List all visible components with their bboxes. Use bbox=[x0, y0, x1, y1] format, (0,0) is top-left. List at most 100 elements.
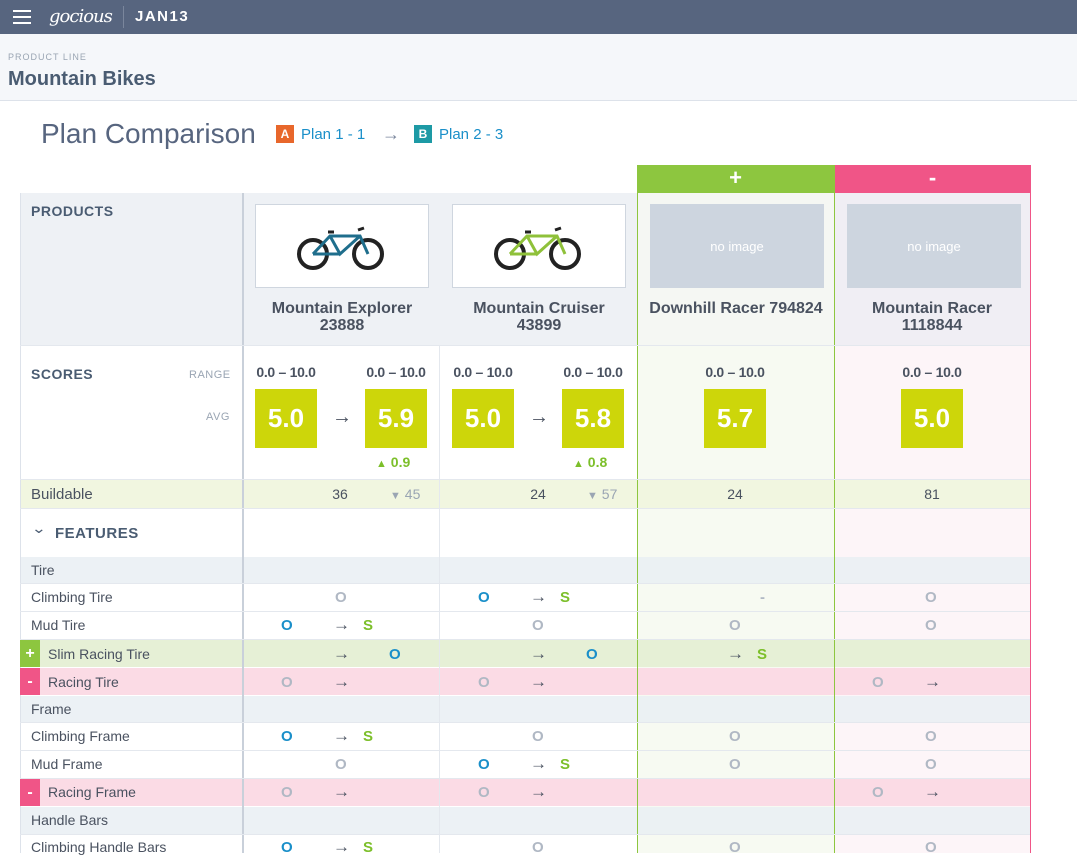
option-mark: O bbox=[925, 756, 937, 773]
standard-mark: S bbox=[363, 839, 374, 856]
scores-section-label: SCORES bbox=[31, 366, 94, 382]
divider bbox=[20, 722, 1030, 723]
feature-group-frame: Frame bbox=[31, 701, 72, 717]
feature-row-label[interactable]: Racing Frame bbox=[48, 784, 136, 800]
feature-group-handlebars: Handle Bars bbox=[31, 812, 109, 828]
option-mark: O bbox=[872, 674, 884, 691]
arrow-right-icon: → bbox=[529, 406, 549, 428]
standard-mark: S bbox=[560, 589, 571, 606]
score-range: 0.0 – 10.0 bbox=[902, 364, 962, 380]
product-line-header: PRODUCT LINE Mountain Bikes bbox=[0, 34, 1077, 101]
feature-row-label[interactable]: Racing Tire bbox=[48, 674, 119, 690]
option-mark: O bbox=[729, 756, 741, 773]
standard-mark: S bbox=[560, 756, 571, 773]
option-mark: O bbox=[872, 784, 884, 801]
hamburger-menu-icon[interactable] bbox=[13, 10, 31, 24]
option-mark: O bbox=[478, 784, 490, 801]
arrow-right-icon: → bbox=[530, 782, 547, 801]
features-section-toggle[interactable]: FEATURES bbox=[55, 525, 139, 542]
feature-row-label[interactable]: Slim Racing Tire bbox=[48, 646, 150, 662]
option-mark: O bbox=[478, 756, 490, 773]
product-line-label: PRODUCT LINE bbox=[8, 52, 87, 62]
arrow-right-icon: → bbox=[332, 406, 352, 428]
handlebars-group-band bbox=[20, 807, 1030, 834]
option-mark: O bbox=[281, 674, 293, 691]
standard-mark: S bbox=[757, 646, 768, 663]
option-mark: O bbox=[335, 756, 347, 773]
feature-row-label[interactable]: Mud Tire bbox=[31, 617, 85, 633]
product-name[interactable]: Mountain Cruiser 43899 bbox=[441, 300, 637, 334]
arrow-right-icon: → bbox=[333, 615, 350, 634]
arrow-right-icon: → bbox=[530, 644, 547, 663]
product-image-placeholder[interactable]: no image bbox=[650, 204, 824, 288]
arrow-right-icon: → bbox=[333, 837, 350, 856]
arrow-right-icon: → bbox=[924, 672, 941, 691]
plan-b-link[interactable]: B Plan 2 - 3 bbox=[414, 125, 503, 143]
product-name[interactable]: Mountain Explorer 23888 bbox=[244, 300, 440, 334]
option-mark: O bbox=[925, 617, 937, 634]
page-title: Plan Comparison bbox=[41, 118, 256, 149]
feature-row-label[interactable]: Mud Frame bbox=[31, 756, 103, 772]
score-delta: ▲ 0.8 bbox=[573, 454, 608, 470]
score-range: 0.0 – 10.0 bbox=[563, 364, 623, 380]
option-mark: O bbox=[281, 728, 293, 745]
triangle-down-icon: ▼ bbox=[390, 490, 401, 502]
plan-a-badge: A bbox=[276, 125, 294, 143]
option-mark: O bbox=[729, 617, 741, 634]
product-name[interactable]: Downhill Racer 794824 bbox=[638, 300, 834, 317]
product-image-mountain-explorer[interactable] bbox=[255, 204, 429, 288]
app-logo[interactable]: gocious bbox=[49, 6, 113, 27]
score-range: 0.0 – 10.0 bbox=[366, 364, 426, 380]
arrow-right-icon: → bbox=[727, 644, 744, 663]
divider bbox=[20, 611, 1030, 612]
option-mark: O bbox=[478, 674, 490, 691]
option-mark: O bbox=[389, 646, 401, 663]
buildable-value: 24 bbox=[727, 486, 743, 502]
product-image-placeholder[interactable]: no image bbox=[847, 204, 1021, 288]
buildable-value: 81 bbox=[924, 486, 940, 502]
feature-row-label[interactable]: Climbing Frame bbox=[31, 728, 130, 744]
standard-mark: S bbox=[363, 728, 374, 745]
bike-green-image bbox=[485, 220, 593, 272]
divider bbox=[20, 508, 1030, 509]
column-divider bbox=[439, 345, 440, 853]
divider bbox=[20, 750, 1030, 751]
divider bbox=[20, 834, 1030, 835]
divider bbox=[20, 479, 1030, 480]
avg-label: AVG bbox=[206, 411, 230, 423]
product-image-mountain-cruiser[interactable] bbox=[452, 204, 626, 288]
option-mark: O bbox=[532, 617, 544, 634]
added-column-header: + bbox=[637, 165, 834, 193]
arrow-right-icon: → bbox=[530, 672, 547, 691]
divider bbox=[123, 6, 124, 28]
plan-a-link[interactable]: A Plan 1 - 1 bbox=[276, 125, 365, 143]
option-mark: O bbox=[281, 839, 293, 856]
plan-a-label[interactable]: Plan 1 - 1 bbox=[301, 126, 365, 143]
arrow-right-icon: → bbox=[333, 672, 350, 691]
slim-racing-tire-band bbox=[20, 640, 1030, 667]
chevron-down-icon[interactable]: ⌄ bbox=[31, 520, 46, 537]
plan-b-label[interactable]: Plan 2 - 3 bbox=[439, 126, 503, 143]
standard-mark: S bbox=[363, 617, 374, 634]
score-range: 0.0 – 10.0 bbox=[256, 364, 316, 380]
project-name[interactable]: JAN13 bbox=[135, 8, 189, 25]
score-delta: ▲ 0.9 bbox=[376, 454, 411, 470]
feature-row-label[interactable]: Climbing Tire bbox=[31, 589, 113, 605]
top-bar: gocious JAN13 bbox=[0, 0, 1077, 34]
removed-feature-icon: - bbox=[20, 668, 40, 695]
divider bbox=[20, 345, 1030, 346]
frame-group-band bbox=[20, 696, 1030, 723]
added-feature-icon: + bbox=[20, 640, 40, 667]
buildable-label: Buildable bbox=[31, 486, 93, 503]
arrow-right-icon: → bbox=[530, 754, 547, 773]
arrow-right-icon: → bbox=[924, 782, 941, 801]
option-mark: O bbox=[925, 728, 937, 745]
product-line-name[interactable]: Mountain Bikes bbox=[8, 68, 156, 91]
option-mark: O bbox=[532, 839, 544, 856]
plan-b-badge: B bbox=[414, 125, 432, 143]
product-name[interactable]: Mountain Racer 1118844 bbox=[834, 300, 1030, 334]
option-mark: O bbox=[925, 839, 937, 856]
feature-group-tire: Tire bbox=[31, 562, 55, 578]
buildable-delta: ▼ 57 bbox=[587, 486, 618, 502]
divider bbox=[20, 778, 1030, 779]
